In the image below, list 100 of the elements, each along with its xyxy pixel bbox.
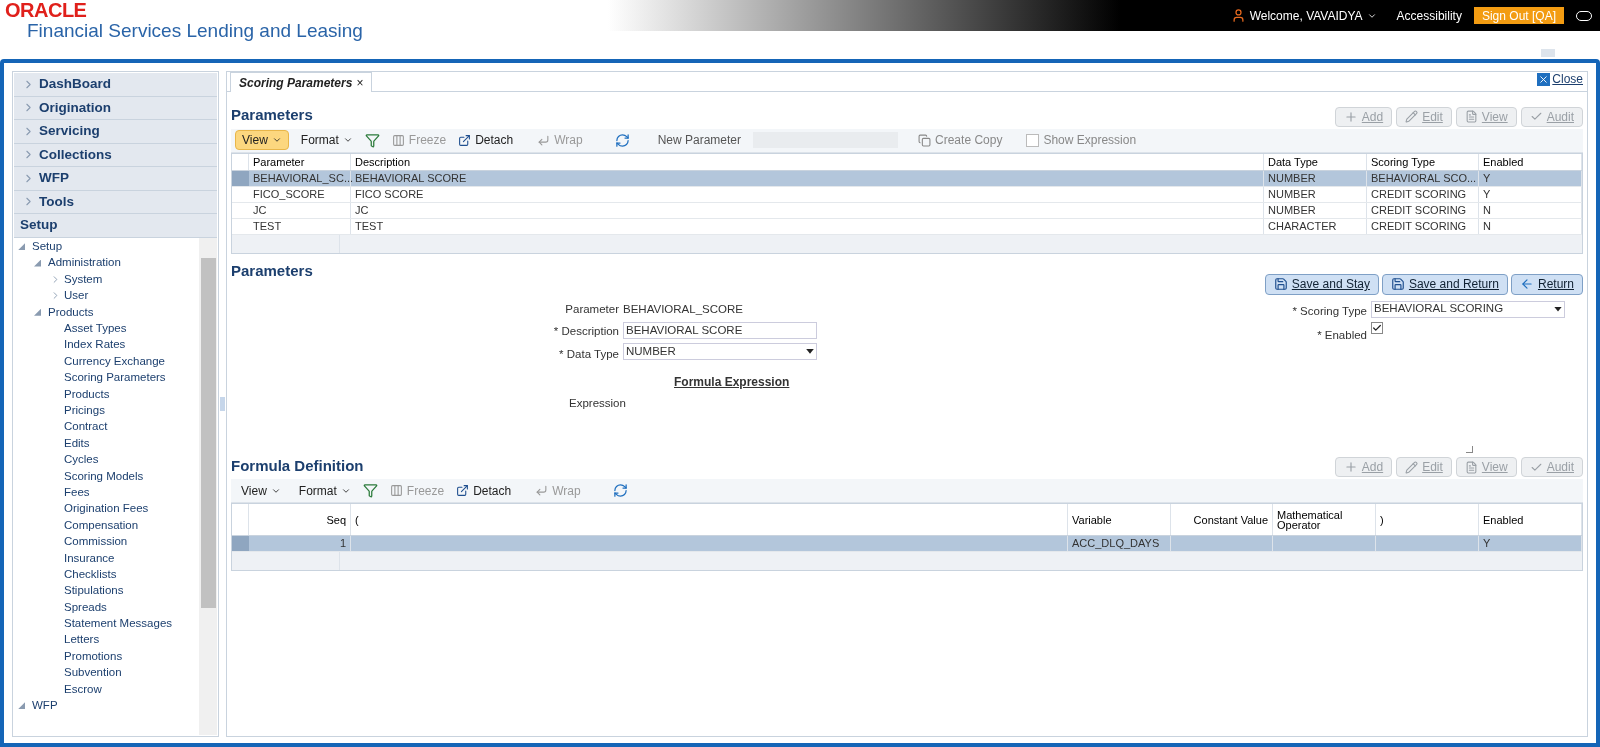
tree-item[interactable]: Insurance <box>64 549 115 567</box>
return-button[interactable]: Return <box>1510 273 1583 295</box>
tree-item[interactable]: Scoring Models <box>64 467 144 485</box>
tree-item[interactable]: Cycles <box>64 451 99 469</box>
format-menu[interactable]: Format <box>298 481 351 500</box>
tree-item[interactable]: Promotions <box>64 647 123 666</box>
tree-item[interactable]: Currency Exchange <box>64 352 165 371</box>
tree-item[interactable]: Statement Messages <box>64 615 173 633</box>
tree-item[interactable]: Pricings <box>64 402 105 420</box>
table-cell-text: NUMBER <box>1268 202 1316 218</box>
tree-item[interactable]: Products <box>48 303 94 321</box>
tree-item[interactable]: Commission <box>64 533 128 551</box>
formula-expression-title: Formula Expression <box>674 373 791 391</box>
save-button[interactable]: Save and Stay <box>1264 273 1379 295</box>
resize-grip-icon[interactable] <box>1466 445 1473 453</box>
caret-icon <box>271 135 282 145</box>
table-cell-text: Y <box>1483 536 1491 552</box>
tree-item[interactable]: WFP <box>32 697 58 715</box>
tree-item[interactable]: Escrow <box>64 680 102 698</box>
column-header[interactable]: Seq <box>326 514 346 525</box>
save-button[interactable]: Save and Return <box>1381 273 1508 295</box>
tree-item[interactable]: Edits <box>64 434 90 452</box>
column-header[interactable]: Scoring Type <box>1371 156 1435 167</box>
column-header[interactable]: Data Type <box>1268 156 1318 167</box>
data-type-select[interactable]: NUMBER <box>623 342 817 360</box>
tree-item[interactable]: Checklists <box>64 565 117 584</box>
accordion-header[interactable]: Origination <box>14 96 217 120</box>
column-header[interactable]: Constant Value <box>1193 514 1268 525</box>
show-expression-checkbox[interactable] <box>1026 133 1040 147</box>
tree-item[interactable]: Compensation <box>64 516 139 534</box>
tree-item[interactable]: Asset Types <box>64 320 127 338</box>
tree-item[interactable]: User <box>64 287 89 305</box>
tree-item[interactable]: Origination Fees <box>64 500 149 518</box>
enabled-checkbox[interactable] <box>1371 321 1383 334</box>
save-icon <box>1390 277 1405 291</box>
scoring-type-select[interactable]: BEHAVIORAL SCORING <box>1371 300 1565 318</box>
table-cell-text: Y <box>1483 186 1491 202</box>
show-expression-label: Show Expression <box>1043 132 1137 149</box>
close-button[interactable]: Close <box>1537 70 1583 88</box>
table-row[interactable]: 1 ACC_DLQ_DAYS Y <box>232 536 1582 552</box>
tree-item[interactable]: Administration <box>48 254 121 272</box>
accordion-header[interactable]: Collections <box>14 143 217 167</box>
detach-button[interactable]: Detach <box>456 481 512 500</box>
column-header[interactable]: ( <box>355 514 359 525</box>
section-title: Parameters <box>231 105 313 125</box>
column-header[interactable]: Variable <box>1072 514 1112 525</box>
tree-item[interactable]: Stipulations <box>64 582 124 600</box>
accordion-header[interactable]: WFP <box>14 167 217 191</box>
tree-item[interactable]: Letters <box>64 631 100 649</box>
tree-item[interactable]: Products <box>64 385 110 403</box>
user-icon <box>1230 8 1246 23</box>
accordion-header[interactable]: Setup <box>14 214 217 238</box>
table-cell-text: CHARACTER <box>1268 218 1337 234</box>
refresh-icon[interactable] <box>614 132 630 148</box>
pencil-icon <box>1405 110 1419 123</box>
welcome-menu[interactable]: Welcome, VAVAIDYA <box>1249 6 1377 25</box>
column-header[interactable]: Parameter <box>253 156 305 167</box>
close-tab-icon[interactable]: × <box>356 73 364 92</box>
column-header[interactable]: Enabled <box>1483 156 1524 167</box>
tree-item[interactable]: Spreads <box>64 598 107 616</box>
table-cell-text: 1 <box>339 536 346 552</box>
column-header[interactable]: Enabled <box>1483 514 1524 525</box>
plus-icon <box>1343 460 1358 474</box>
tree-item[interactable]: Fees <box>64 483 90 502</box>
close-icon <box>1537 72 1551 86</box>
view-menu[interactable]: View <box>235 130 289 150</box>
columns-icon <box>389 484 403 497</box>
format-menu[interactable]: Format <box>300 131 353 149</box>
scrollbar[interactable] <box>199 237 217 735</box>
document-icon <box>1464 110 1478 123</box>
filter-icon[interactable] <box>364 132 380 148</box>
column-header[interactable]: ) <box>1380 514 1384 525</box>
tab[interactable]: Scoring Parameters × <box>230 72 373 92</box>
accessibility-link[interactable]: Accessibility <box>1396 6 1462 25</box>
plus-icon <box>1343 109 1358 124</box>
section-title: Formula Definition <box>231 455 364 476</box>
table-cell-text: CREDIT SCORING <box>1371 202 1467 218</box>
table-cell-text: BEHAVIORAL SCORE <box>355 170 467 186</box>
field-label: Parameter <box>565 301 619 317</box>
tree-item[interactable]: Scoring Parameters <box>64 369 166 387</box>
tree-item[interactable]: Index Rates <box>64 336 126 354</box>
accordion-header[interactable]: Servicing <box>14 120 217 144</box>
column-header[interactable]: Description <box>355 156 411 167</box>
accordion-header[interactable]: DashBoard <box>14 73 217 97</box>
column-header[interactable]: Mathematical Operator <box>1277 509 1371 530</box>
tree-item[interactable]: Setup <box>32 238 63 256</box>
tree-item[interactable]: System <box>64 270 103 289</box>
tree-item[interactable]: Contract <box>64 418 108 436</box>
filter-icon[interactable] <box>362 483 378 498</box>
refresh-icon[interactable] <box>612 483 628 498</box>
wrap-icon <box>535 484 549 497</box>
tree-item[interactable]: Subvention <box>64 664 122 682</box>
view-menu[interactable]: View <box>235 480 287 501</box>
accordion-header[interactable]: Tools <box>14 190 217 214</box>
splitter-handle[interactable] <box>220 397 225 411</box>
detach-button[interactable]: Detach <box>458 131 514 149</box>
description-field[interactable]: BEHAVIORAL SCORE <box>623 321 817 339</box>
document-icon <box>1464 460 1478 474</box>
columns-icon <box>391 133 405 147</box>
table-cell-text: NUMBER <box>1268 186 1316 202</box>
